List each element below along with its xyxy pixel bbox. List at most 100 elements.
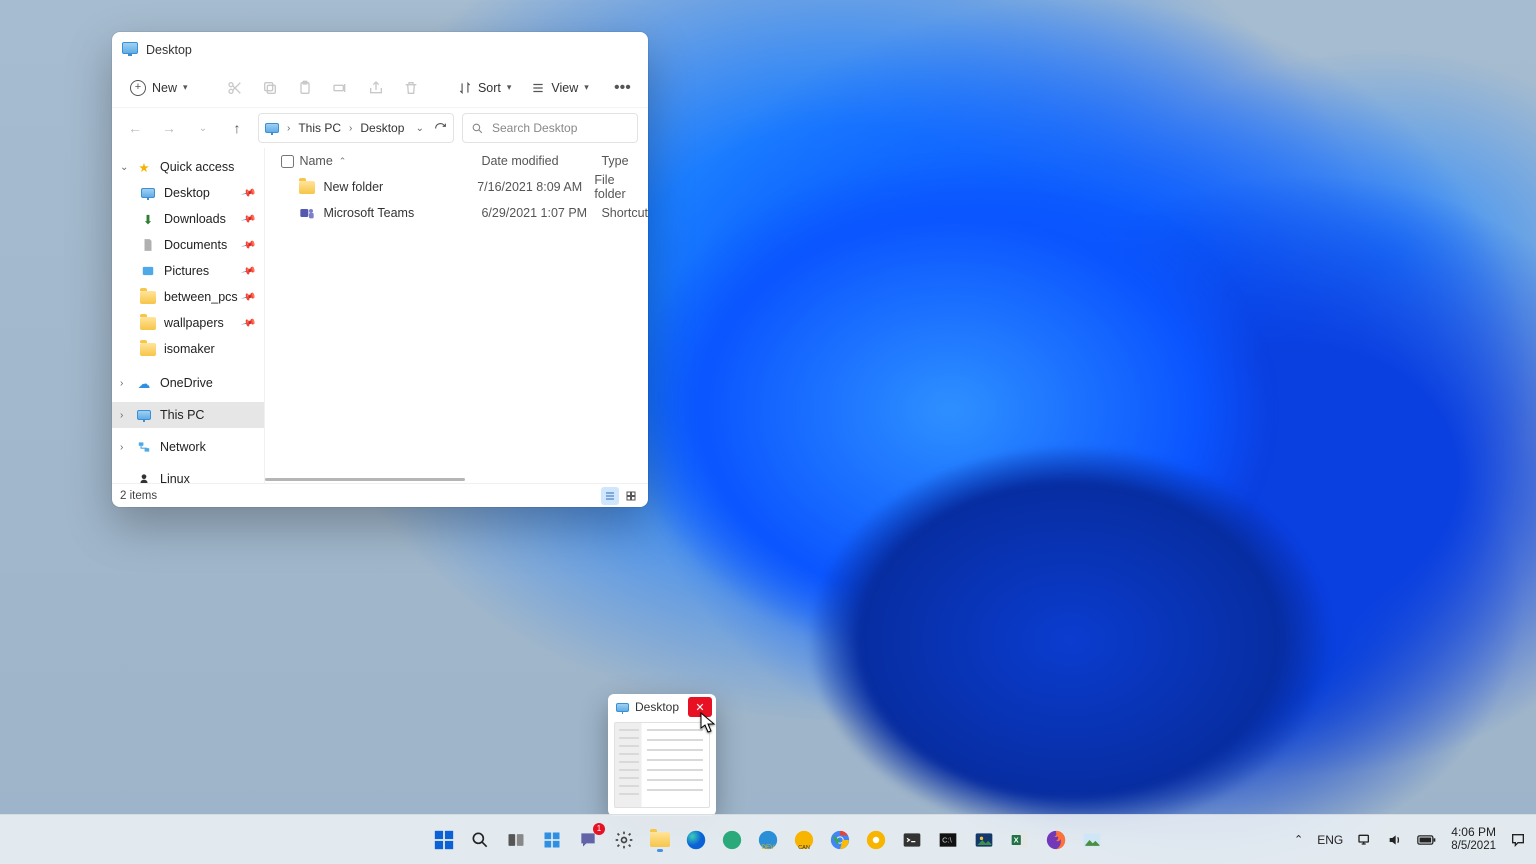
col-type[interactable]: Type	[601, 154, 648, 168]
settings-button[interactable]	[609, 825, 639, 855]
thumbnails-view-button[interactable]	[622, 487, 640, 505]
sidebar-item-documents[interactable]: Documents 📌	[112, 232, 264, 258]
edge-beta-button[interactable]	[717, 825, 747, 855]
share-button[interactable]	[360, 72, 391, 104]
col-name[interactable]: Name	[299, 154, 332, 168]
chevron-down-icon[interactable]: ⌄	[416, 123, 424, 134]
details-view-button[interactable]	[601, 487, 619, 505]
sidebar-item-linux[interactable]: › Linux	[112, 466, 264, 483]
preview-thumbnail[interactable]	[614, 722, 710, 808]
cmd-button[interactable]: C:\	[933, 825, 963, 855]
tray-overflow-button[interactable]: ⌃	[1294, 833, 1303, 846]
pin-icon: 📌	[240, 211, 256, 227]
recent-button[interactable]: ⌄	[190, 115, 216, 141]
chevron-down-icon[interactable]: ⌄	[120, 162, 134, 173]
file-date: 6/29/2021 1:07 PM	[481, 206, 601, 220]
cut-button[interactable]	[219, 72, 250, 104]
photos-button[interactable]	[969, 825, 999, 855]
new-button-label: New	[152, 81, 177, 95]
folder-icon	[299, 181, 315, 194]
chevron-right-icon[interactable]: ›	[120, 378, 134, 389]
table-row[interactable]: New folder 7/16/2021 8:09 AM File folder	[265, 174, 648, 200]
nav-pane: ⌄ ★ Quick access Desktop 📌 ⬇ Downloads 📌…	[112, 148, 265, 483]
pictures-icon	[140, 263, 156, 279]
chevron-right-icon[interactable]: ›	[120, 410, 134, 421]
download-icon: ⬇	[140, 211, 156, 227]
chevron-right-icon[interactable]: ›	[120, 442, 134, 453]
column-headers[interactable]: Name ⌃ Date modified Type	[265, 148, 648, 174]
file-name: Microsoft Teams	[323, 206, 414, 220]
status-bar: 2 items	[112, 483, 648, 507]
task-view-button[interactable]	[501, 825, 531, 855]
window-title: Desktop	[146, 43, 192, 57]
edge-canary-button[interactable]: CAN	[789, 825, 819, 855]
search-input[interactable]: Search Desktop	[462, 113, 638, 143]
pin-icon: 📌	[240, 289, 256, 305]
paste-button[interactable]	[290, 72, 321, 104]
chrome-button[interactable]	[825, 825, 855, 855]
select-all-checkbox[interactable]	[281, 155, 294, 168]
address-bar[interactable]: › This PC › Desktop ⌄	[258, 113, 454, 143]
sidebar-item-onedrive[interactable]: › ☁ OneDrive	[112, 370, 264, 396]
horizontal-scrollbar[interactable]	[265, 473, 648, 483]
sort-icon	[458, 81, 472, 95]
new-button[interactable]: + New ▾	[122, 72, 196, 104]
sidebar-item-desktop[interactable]: Desktop 📌	[112, 180, 264, 206]
sidebar-item-between-pcs[interactable]: between_pcs 📌	[112, 284, 264, 310]
view-button[interactable]: View ▾	[523, 72, 596, 104]
file-type: Shortcut	[601, 206, 648, 220]
sidebar-item-label: Network	[160, 440, 206, 454]
scrollbar-thumb[interactable]	[265, 478, 465, 481]
language-indicator[interactable]: ENG	[1317, 833, 1343, 847]
firefox-button[interactable]	[1041, 825, 1071, 855]
chevron-down-icon: ▾	[507, 82, 512, 93]
battery-icon[interactable]	[1417, 834, 1437, 846]
file-explorer-button[interactable]	[645, 825, 675, 855]
rename-button[interactable]	[325, 72, 356, 104]
breadcrumb-leaf[interactable]: Desktop	[360, 121, 404, 135]
taskbar-preview[interactable]: Desktop ✕	[608, 694, 716, 816]
volume-icon[interactable]	[1387, 832, 1403, 848]
preview-title: Desktop	[635, 700, 679, 714]
sort-asc-icon: ⌃	[339, 156, 347, 167]
chat-button[interactable]: 1	[573, 825, 603, 855]
network-icon[interactable]	[1357, 832, 1373, 848]
delete-button[interactable]	[395, 72, 426, 104]
refresh-button[interactable]	[434, 122, 447, 135]
sidebar-item-this-pc[interactable]: › This PC	[112, 402, 264, 428]
table-row[interactable]: Microsoft Teams 6/29/2021 1:07 PM Shortc…	[265, 200, 648, 226]
folder-icon	[140, 289, 156, 305]
sidebar-quick-access[interactable]: ⌄ ★ Quick access	[112, 154, 264, 180]
sidebar-item-isomaker[interactable]: isomaker	[112, 336, 264, 362]
excel-button[interactable]: X	[1005, 825, 1035, 855]
edge-button[interactable]	[681, 825, 711, 855]
search-button[interactable]	[465, 825, 495, 855]
svg-text:CAN: CAN	[798, 845, 810, 851]
sidebar-item-pictures[interactable]: Pictures 📌	[112, 258, 264, 284]
copy-button[interactable]	[254, 72, 285, 104]
chrome-canary-button[interactable]	[861, 825, 891, 855]
sidebar-item-network[interactable]: › Network	[112, 434, 264, 460]
col-date[interactable]: Date modified	[481, 154, 601, 168]
start-button[interactable]	[429, 825, 459, 855]
titlebar[interactable]: Desktop	[112, 32, 648, 68]
breadcrumb-root[interactable]: This PC	[298, 121, 341, 135]
sort-button[interactable]: Sort ▾	[450, 72, 519, 104]
notifications-button[interactable]	[1510, 832, 1526, 848]
sidebar-item-downloads[interactable]: ⬇ Downloads 📌	[112, 206, 264, 232]
onedrive-icon: ☁	[136, 375, 152, 391]
image-viewer-button[interactable]	[1077, 825, 1107, 855]
preview-close-button[interactable]: ✕	[688, 697, 712, 717]
more-button[interactable]: •••	[607, 72, 638, 104]
up-button[interactable]: ↑	[224, 115, 250, 141]
forward-button[interactable]: →	[156, 115, 182, 141]
back-button[interactable]: ←	[122, 115, 148, 141]
edge-dev-button[interactable]: DEV	[753, 825, 783, 855]
pin-icon: 📌	[240, 315, 256, 331]
sidebar-item-wallpapers[interactable]: wallpapers 📌	[112, 310, 264, 336]
widgets-button[interactable]	[537, 825, 567, 855]
taskbar: 1 DEV CAN C:\ X ⌃ ENG 4:06 PM 8/5/2021	[0, 814, 1536, 864]
star-icon: ★	[136, 159, 152, 175]
terminal-button[interactable]	[897, 825, 927, 855]
clock[interactable]: 4:06 PM 8/5/2021	[1451, 825, 1496, 853]
